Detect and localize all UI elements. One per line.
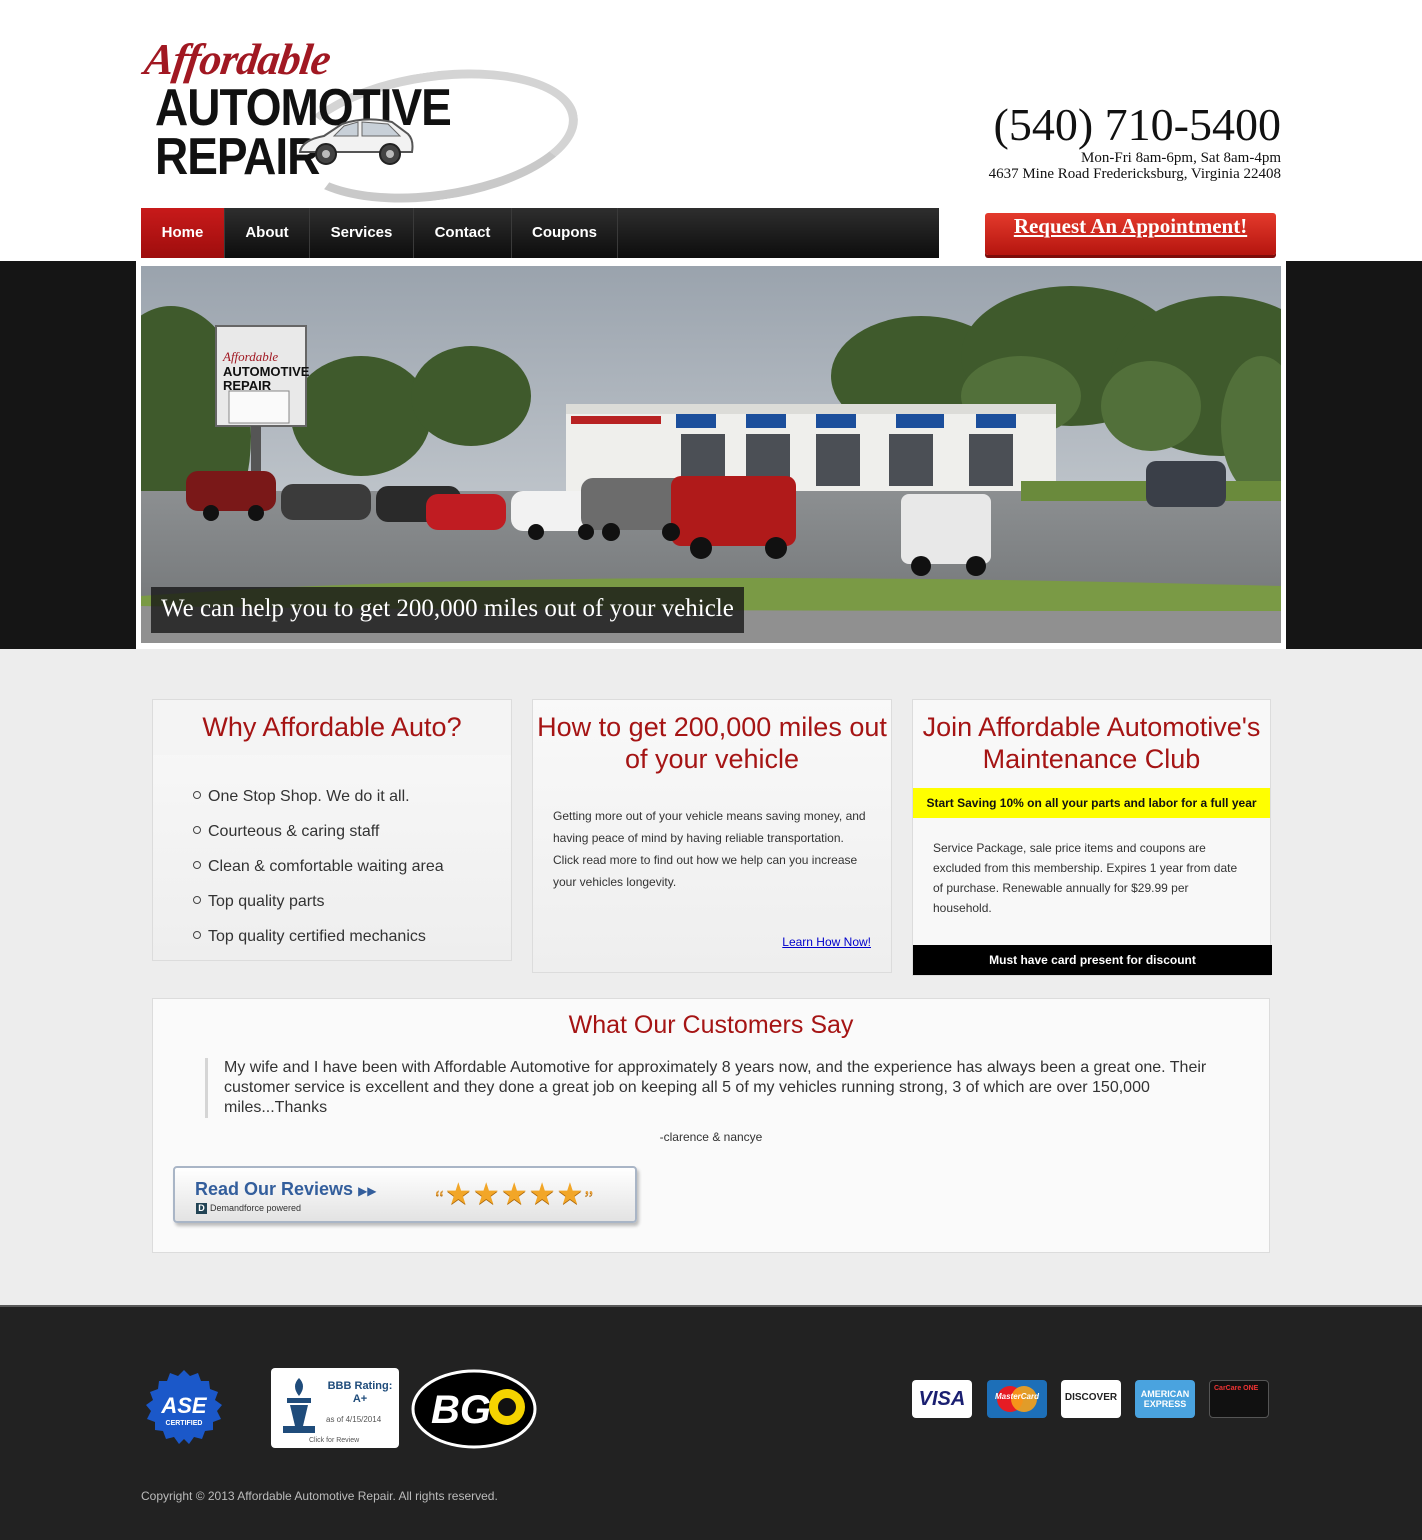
learn-how-link[interactable]: Learn How Now! bbox=[782, 935, 871, 949]
bbb-torch-icon bbox=[283, 1378, 315, 1433]
business-hours: Mon-Fri 8am-6pm, Sat 8am-4pm bbox=[1081, 150, 1281, 166]
why-item-text: One Stop Shop. We do it all. bbox=[208, 788, 410, 805]
demandforce-badge: D Demandforce powered bbox=[196, 1203, 301, 1214]
bullet-icon bbox=[193, 861, 201, 869]
nav-coupons[interactable]: Coupons bbox=[512, 208, 618, 258]
list-item: One Stop Shop. We do it all. bbox=[193, 779, 511, 814]
bbb-rating: BBB Rating: A+ bbox=[327, 1380, 393, 1405]
bg-products-logo[interactable]: BG bbox=[411, 1369, 537, 1449]
double-arrow-icon: ▶▶ bbox=[358, 1184, 377, 1198]
car-icon bbox=[298, 118, 414, 165]
list-item: Courteous & caring staff bbox=[193, 814, 511, 849]
list-item: Clean & comfortable waiting area bbox=[193, 849, 511, 884]
testimonials-box: What Our Customers Say My wife and I hav… bbox=[152, 998, 1270, 1253]
nav-contact[interactable]: Contact bbox=[414, 208, 512, 258]
howto-box: How to get 200,000 miles out of your veh… bbox=[532, 699, 892, 973]
copyright: Copyright © 2013 Affordable Automotive R… bbox=[141, 1489, 498, 1503]
rating-stars: “★★★★★” bbox=[435, 1177, 594, 1212]
club-title: Join Affordable Automotive's Maintenance… bbox=[922, 712, 1261, 774]
bullet-icon bbox=[193, 826, 201, 834]
reviews-label: Read Our Reviews bbox=[195, 1179, 354, 1199]
ase-text: ASE bbox=[160, 1393, 208, 1418]
nav-about[interactable]: About bbox=[225, 208, 310, 258]
star-icon: ★ bbox=[500, 1178, 529, 1211]
discover-icon: DISCOVER bbox=[1061, 1380, 1121, 1418]
why-item-text: Clean & comfortable waiting area bbox=[208, 858, 444, 875]
why-list: One Stop Shop. We do it all. Courteous &… bbox=[153, 755, 511, 954]
star-icon: ★ bbox=[472, 1178, 501, 1211]
star-icon: ★ bbox=[528, 1178, 557, 1211]
discover-label: DISCOVER bbox=[1064, 1392, 1118, 1403]
why-item-text: Top quality parts bbox=[208, 893, 325, 910]
sign-automotive: AUTOMOTIVE bbox=[223, 364, 310, 379]
logo-line-repair: REPAIR bbox=[155, 127, 320, 186]
bullet-icon bbox=[193, 896, 201, 904]
why-box: Why Affordable Auto? One Stop Shop. We d… bbox=[152, 699, 512, 961]
hero-caption: We can help you to get 200,000 miles out… bbox=[151, 587, 744, 633]
club-promo-banner: Start Saving 10% on all your parts and l… bbox=[913, 788, 1270, 818]
contact-info: (540) 710-5400 Mon-Fri 8am-6pm, Sat 8am-… bbox=[988, 100, 1281, 183]
request-appointment-button[interactable]: Request An Appointment! bbox=[985, 213, 1276, 255]
list-item: Top quality certified mechanics bbox=[193, 919, 511, 954]
carcare-one-icon: CarCare ONE bbox=[1209, 1380, 1269, 1418]
ase-certified-text: CERTIFIED bbox=[166, 1420, 203, 1427]
mastercard-icon: MasterCard bbox=[987, 1380, 1047, 1418]
main-content: Why Affordable Auto? One Stop Shop. We d… bbox=[0, 649, 1422, 1305]
main-nav: Home About Services Contact Coupons bbox=[141, 208, 939, 258]
read-reviews-button[interactable]: Read Our Reviews ▶▶ D Demandforce powered… bbox=[173, 1166, 637, 1223]
demandforce-icon: D bbox=[196, 1203, 207, 1214]
club-body: Service Package, sale price items and co… bbox=[933, 841, 1238, 915]
demandforce-text: Demandforce powered bbox=[210, 1203, 302, 1213]
sign-affordable: Affordable bbox=[222, 349, 278, 364]
visa-label: VISA bbox=[918, 1388, 966, 1410]
header: Affordable AUTOMOTIVE REPAIR (540) 710-5… bbox=[0, 0, 1422, 261]
bbb-date: as of 4/15/2014 bbox=[326, 1415, 382, 1424]
bg-logo-text: BG bbox=[431, 1388, 491, 1432]
footer: ASE CERTIFIED BBB Rating: A+ as of 4/15/… bbox=[0, 1305, 1422, 1540]
ase-certified-badge[interactable]: ASE CERTIFIED bbox=[145, 1369, 223, 1447]
request-appointment-label: Request An Appointment! bbox=[1013, 214, 1248, 238]
bullet-icon bbox=[193, 931, 201, 939]
address: 4637 Mine Road Fredericksburg, Virginia … bbox=[988, 166, 1281, 182]
why-title: Why Affordable Auto? bbox=[153, 700, 511, 755]
testimonial-author: -clarence & nancye bbox=[659, 1130, 763, 1144]
carcare-label: CarCare ONE bbox=[1214, 1385, 1259, 1392]
testimonial-quote: My wife and I have been with Affordable … bbox=[205, 1058, 1257, 1118]
bullet-icon bbox=[193, 791, 201, 799]
amex-icon: AMERICAN EXPRESS bbox=[1135, 1380, 1195, 1418]
amex-label: AMERICAN EXPRESS bbox=[1140, 1389, 1190, 1409]
club-card-note: Must have card present for discount bbox=[913, 945, 1272, 975]
mastercard-label: MasterCard bbox=[994, 1392, 1039, 1401]
star-icon: ★ bbox=[444, 1178, 473, 1211]
logo[interactable]: Affordable AUTOMOTIVE REPAIR bbox=[141, 30, 587, 220]
why-item-text: Courteous & caring staff bbox=[208, 823, 380, 840]
why-item-text: Top quality certified mechanics bbox=[208, 928, 426, 945]
visa-icon: VISA bbox=[912, 1380, 972, 1418]
nav-home[interactable]: Home bbox=[141, 208, 225, 258]
howto-body: Getting more out of your vehicle means s… bbox=[553, 809, 866, 889]
list-item: Top quality parts bbox=[193, 884, 511, 919]
phone-number[interactable]: (540) 710-5400 bbox=[989, 100, 1281, 150]
maintenance-club-box: Join Affordable Automotive's Maintenance… bbox=[912, 699, 1272, 976]
open-quote-icon: “ bbox=[435, 1187, 445, 1209]
testimonials-title: What Our Customers Say bbox=[568, 1011, 854, 1039]
star-icon: ★ bbox=[556, 1178, 585, 1211]
bbb-badge[interactable]: BBB Rating: A+ as of 4/15/2014 Click for… bbox=[271, 1368, 399, 1448]
howto-title: How to get 200,000 miles out of your veh… bbox=[537, 712, 887, 774]
reviews-title: Read Our Reviews ▶▶ bbox=[195, 1179, 377, 1200]
close-quote-icon: ” bbox=[584, 1187, 595, 1209]
bbb-click-note: Click for Review bbox=[309, 1437, 360, 1444]
nav-services[interactable]: Services bbox=[310, 208, 414, 258]
